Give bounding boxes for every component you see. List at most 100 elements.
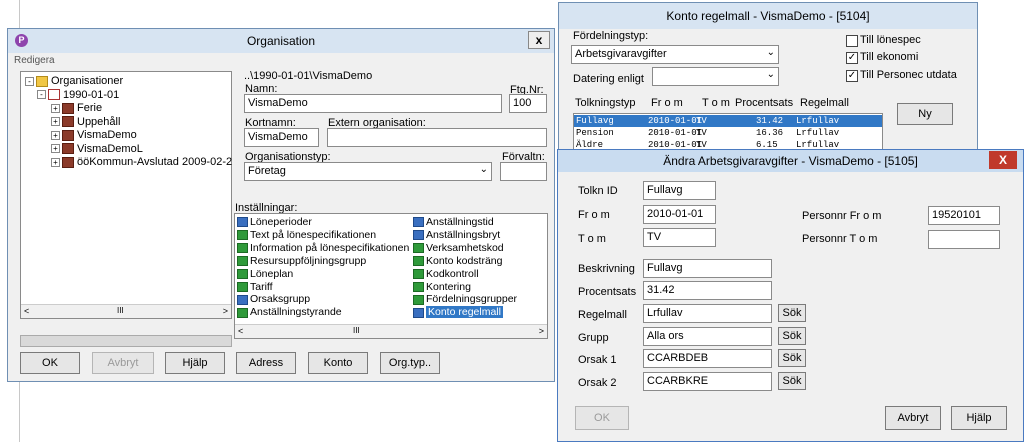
avbryt-button[interactable]: Avbryt xyxy=(92,352,154,374)
cell-tom: TV xyxy=(696,128,707,138)
installning-item[interactable]: Anställningsbryt xyxy=(413,229,500,242)
till-personec-checkbox[interactable]: ✓ xyxy=(846,70,858,82)
orgtyp-select[interactable]: Företag ⌄ xyxy=(244,162,492,181)
namn-field[interactable]: VismaDemo xyxy=(244,94,502,113)
chevron-down-icon[interactable]: ⌄ xyxy=(767,47,775,58)
tom-field[interactable]: TV xyxy=(643,228,716,247)
installning-item[interactable]: Fördelningsgrupper xyxy=(413,293,517,306)
regelmall-sok-button[interactable]: Sök xyxy=(778,304,806,322)
close-button[interactable]: X xyxy=(989,151,1017,169)
org-tree[interactable]: - Organisationer -1990-01-01 + Ferie + Uppehål… xyxy=(20,71,232,319)
expand-icon[interactable]: + xyxy=(51,103,60,113)
grupp-sok-button[interactable]: Sök xyxy=(778,327,806,345)
konto-list[interactable]: Fullavg 2010-01-01 TV 31.42 Lrfullav Pension 2… xyxy=(573,113,883,151)
close-button[interactable]: x xyxy=(528,31,550,49)
grupp-field[interactable]: Alla ors xyxy=(643,327,772,346)
installning-item[interactable]: Resursuppföljningsgrupp xyxy=(237,255,366,268)
table-row[interactable]: Fullavg 2010-01-01 TV 31.42 Lrfullav xyxy=(574,115,882,127)
installningar-list[interactable]: Löneperioder Text på lönespecifikationen I… xyxy=(234,213,548,339)
tree-item[interactable]: + Ferie xyxy=(51,101,102,115)
orsak1-field[interactable]: CCARBDEB xyxy=(643,349,772,368)
cell-tom: TV xyxy=(696,116,707,126)
installning-item[interactable]: Konto regelmall xyxy=(413,306,503,319)
installning-label: Konto regelmall xyxy=(426,306,503,319)
procentsats-field[interactable]: 31.42 xyxy=(643,281,772,300)
hjalp-button[interactable]: Hjälp xyxy=(165,352,225,374)
orsak2-field[interactable]: CCARBKRE xyxy=(643,372,772,391)
scroll-thumb-mark[interactable]: III xyxy=(353,326,360,335)
collapse-icon[interactable]: - xyxy=(25,76,34,86)
installning-item[interactable]: Verksamhetskod xyxy=(413,242,504,255)
installning-item[interactable]: Information på lönespecifikationen xyxy=(237,242,409,255)
tree-item[interactable]: + ööKommun-Avslutad 2009-02-2 xyxy=(51,155,232,169)
tree-item[interactable]: - 1990-01-01 xyxy=(37,88,119,102)
ftgnr-field[interactable]: 100 xyxy=(509,94,547,113)
tree-hscroll[interactable]: < III > xyxy=(21,304,231,318)
fordelningstyp-select[interactable]: Arbetsgivaravgifter ⌄ xyxy=(571,45,779,64)
collapse-icon[interactable]: - xyxy=(37,90,46,100)
from-field[interactable]: 2010-01-01 xyxy=(643,205,716,224)
installning-item[interactable]: Anställningstyrande xyxy=(237,306,342,319)
installning-item[interactable]: Kontering xyxy=(413,281,471,294)
expand-icon[interactable]: + xyxy=(51,130,60,140)
folder-icon xyxy=(36,75,48,87)
tree-item[interactable]: + Uppehåll xyxy=(51,115,120,129)
ny-button[interactable]: Ny xyxy=(897,103,953,125)
expand-icon[interactable]: + xyxy=(51,157,60,167)
installning-item[interactable]: Konto kodsträng xyxy=(413,255,502,268)
installning-item[interactable]: Orsaksgrupp xyxy=(237,293,310,306)
datering-select[interactable]: ⌄ xyxy=(652,67,779,86)
cell-pct: 31.42 xyxy=(756,116,784,126)
scroll-right-icon[interactable]: > xyxy=(223,306,228,316)
till-lonespec-checkbox[interactable] xyxy=(846,35,858,47)
chevron-down-icon[interactable]: ⌄ xyxy=(480,164,488,175)
orgtyp-value: Företag xyxy=(248,165,286,177)
installning-item[interactable]: Löneplan xyxy=(237,268,293,281)
pnr-from-field[interactable]: 19520101 xyxy=(928,206,1000,225)
andra-titlebar: Ändra Arbetsgivaravgifter - VismaDemo - … xyxy=(558,150,1023,172)
menu-redigera[interactable]: Redigera xyxy=(14,55,55,66)
house-icon xyxy=(62,156,74,168)
table-row[interactable]: Pension 2010-01-01 TV 16.36 Lrfullav xyxy=(574,127,882,139)
organisation-title: Organisation xyxy=(246,34,316,48)
chevron-down-icon[interactable]: ⌄ xyxy=(767,69,775,80)
scroll-left-icon[interactable]: < xyxy=(24,306,29,316)
forvaltn-field[interactable] xyxy=(500,162,547,181)
adress-button[interactable]: Adress xyxy=(236,352,296,374)
tree-item[interactable]: + VismaDemo xyxy=(51,128,137,142)
installning-item[interactable]: Anställningstid xyxy=(413,216,494,229)
pnr-tom-field[interactable] xyxy=(928,230,1000,249)
orsak2-sok-button[interactable]: Sök xyxy=(778,372,806,390)
installning-item[interactable]: Text på lönespecifikationen xyxy=(237,229,376,242)
scroll-right-icon[interactable]: > xyxy=(539,326,544,336)
orsak1-sok-button[interactable]: Sök xyxy=(778,349,806,367)
installningar-hscroll[interactable]: < III > xyxy=(235,324,547,338)
hjalp-button[interactable]: Hjälp xyxy=(951,406,1007,430)
tree-item[interactable]: - Organisationer xyxy=(25,74,123,88)
till-ekonomi-checkbox[interactable]: ✓ xyxy=(846,52,858,64)
installning-item[interactable]: Kodkontroll xyxy=(413,268,479,281)
ok-button[interactable]: OK xyxy=(20,352,80,374)
installning-item[interactable]: Löneperioder xyxy=(237,216,312,229)
expand-icon[interactable]: + xyxy=(51,117,60,127)
konto-regelmall-window: Konto regelmall - VismaDemo - [5104] För… xyxy=(558,2,978,152)
scroll-left-icon[interactable]: < xyxy=(238,326,243,336)
avbryt-button[interactable]: Avbryt xyxy=(885,406,941,430)
beskrivning-field[interactable]: Fullavg xyxy=(643,259,772,278)
cell-pct: 16.36 xyxy=(756,128,784,138)
orgtyp-button[interactable]: Org.typ.. xyxy=(380,352,440,374)
installning-label: Tariff xyxy=(250,280,273,293)
regelmall-field[interactable]: Lrfullav xyxy=(643,304,772,323)
tree-item[interactable]: + VismaDemoL xyxy=(51,142,143,156)
setting-icon xyxy=(237,255,248,266)
till-ekonomi-label: Till ekonomi xyxy=(860,51,919,63)
kortnamn-field[interactable]: VismaDemo xyxy=(244,128,319,147)
scroll-thumb-mark[interactable]: III xyxy=(117,306,124,315)
expand-icon[interactable]: + xyxy=(51,144,60,154)
col-tom: T o m xyxy=(702,97,730,109)
tolkn-field[interactable]: Fullavg xyxy=(643,181,716,200)
extern-field[interactable] xyxy=(327,128,547,147)
installning-item[interactable]: Tariff xyxy=(237,281,273,294)
konto-button[interactable]: Konto xyxy=(308,352,368,374)
ok-button[interactable]: OK xyxy=(575,406,629,430)
